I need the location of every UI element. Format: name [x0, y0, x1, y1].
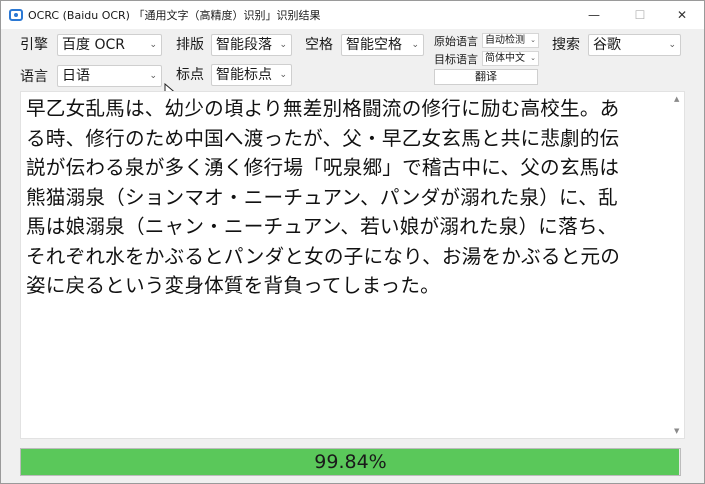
- chevron-down-icon: ⌄: [279, 70, 287, 80]
- punctuation-value: 智能标点: [216, 67, 272, 83]
- result-line: 早乙女乱馬は、幼少の頃より無差別格闘流の修行に励む高校生。あ: [26, 97, 620, 120]
- source-language-select[interactable]: 自动检测 ⌄: [482, 33, 539, 48]
- ocr-result-textarea[interactable]: 早乙女乱馬は、幼少の頃より無差別格闘流の修行に励む高校生。あ る時、修行のため中…: [20, 91, 685, 439]
- scroll-down-icon[interactable]: ▼: [674, 427, 679, 435]
- chevron-down-icon: ⌄: [149, 71, 157, 81]
- chevron-down-icon: ⌄: [149, 40, 157, 50]
- engine-select[interactable]: 百度 OCR ⌄: [57, 34, 162, 56]
- search-label: 搜索: [552, 37, 580, 53]
- search-engine-value: 谷歌: [593, 37, 621, 53]
- language-label: 语言: [20, 69, 48, 85]
- translate-button[interactable]: 翻译: [434, 69, 538, 85]
- result-line: それぞれ水をかぶるとパンダと女の子になり、お湯をかぶると元の: [26, 244, 621, 268]
- app-icon: [9, 9, 23, 21]
- window-title: OCRC (Baidu OCR) 「通用文字（高精度）识别」识别结果: [28, 9, 321, 22]
- result-line: 説が伝わる泉が多く湧く修行場「呪泉郷」で稽古中に、父の玄馬は: [26, 156, 620, 179]
- layout-label: 排版: [176, 37, 204, 53]
- result-line: 熊猫溺泉（ションマオ・ニーチュアン、パンダが溺れた泉）に、乱: [26, 185, 618, 209]
- space-value: 智能空格: [346, 37, 402, 53]
- vertical-scrollbar[interactable]: ▲ ▼: [671, 92, 684, 438]
- maximize-button[interactable]: ☐: [617, 1, 663, 29]
- engine-label: 引擎: [20, 37, 48, 53]
- source-language-value: 自动检测: [485, 35, 525, 46]
- progress-label: 99.84%: [314, 451, 387, 473]
- source-language-label: 原始语言: [434, 35, 478, 48]
- close-button[interactable]: ✕: [659, 1, 705, 29]
- engine-value: 百度 OCR: [62, 37, 125, 53]
- target-language-value: 简体中文: [485, 53, 525, 64]
- app-window: OCRC (Baidu OCR) 「通用文字（高精度）识别」识别结果 — ☐ ✕…: [0, 0, 705, 484]
- chevron-down-icon: ⌄: [668, 40, 676, 50]
- space-label: 空格: [305, 37, 333, 53]
- result-line: 馬は娘溺泉（ニャン・ニーチュアン、若い娘が溺れた泉）に落ち、: [26, 215, 618, 238]
- result-line: 姿に戻るという変身体質を背負ってしまった。: [26, 274, 440, 297]
- layout-select[interactable]: 智能段落 ⌄: [211, 34, 292, 56]
- toolbar: 引擎 百度 OCR ⌄ 排版 智能段落 ⌄ 空格 智能空格 ⌄ 原始语言 自动检…: [1, 29, 704, 89]
- chevron-down-icon: ⌄: [411, 40, 419, 50]
- punctuation-select[interactable]: 智能标点 ⌄: [211, 64, 292, 86]
- language-value: 日语: [62, 68, 90, 84]
- chevron-down-icon: ⌄: [530, 54, 536, 62]
- language-select[interactable]: 日语 ⌄: [57, 65, 162, 87]
- title-bar: OCRC (Baidu OCR) 「通用文字（高精度）识别」识别结果 — ☐ ✕: [1, 1, 704, 29]
- search-engine-select[interactable]: 谷歌 ⌄: [588, 34, 681, 56]
- chevron-down-icon: ⌄: [530, 36, 536, 44]
- result-line: る時、修行のため中国へ渡ったが、父・早乙女玄馬と共に悲劇的伝: [26, 126, 620, 150]
- target-language-label: 目标语言: [434, 53, 478, 66]
- chevron-down-icon: ⌄: [279, 40, 287, 50]
- scroll-up-icon[interactable]: ▲: [674, 95, 679, 103]
- minimize-button[interactable]: —: [571, 1, 617, 29]
- confidence-progress-bar: 99.84%: [20, 448, 681, 476]
- layout-value: 智能段落: [216, 37, 272, 53]
- ocr-result-text: 早乙女乱馬は、幼少の頃より無差別格闘流の修行に励む高校生。あ る時、修行のため中…: [26, 94, 674, 301]
- punctuation-label: 标点: [176, 67, 204, 83]
- target-language-select[interactable]: 简体中文 ⌄: [482, 51, 539, 66]
- space-select[interactable]: 智能空格 ⌄: [341, 34, 424, 56]
